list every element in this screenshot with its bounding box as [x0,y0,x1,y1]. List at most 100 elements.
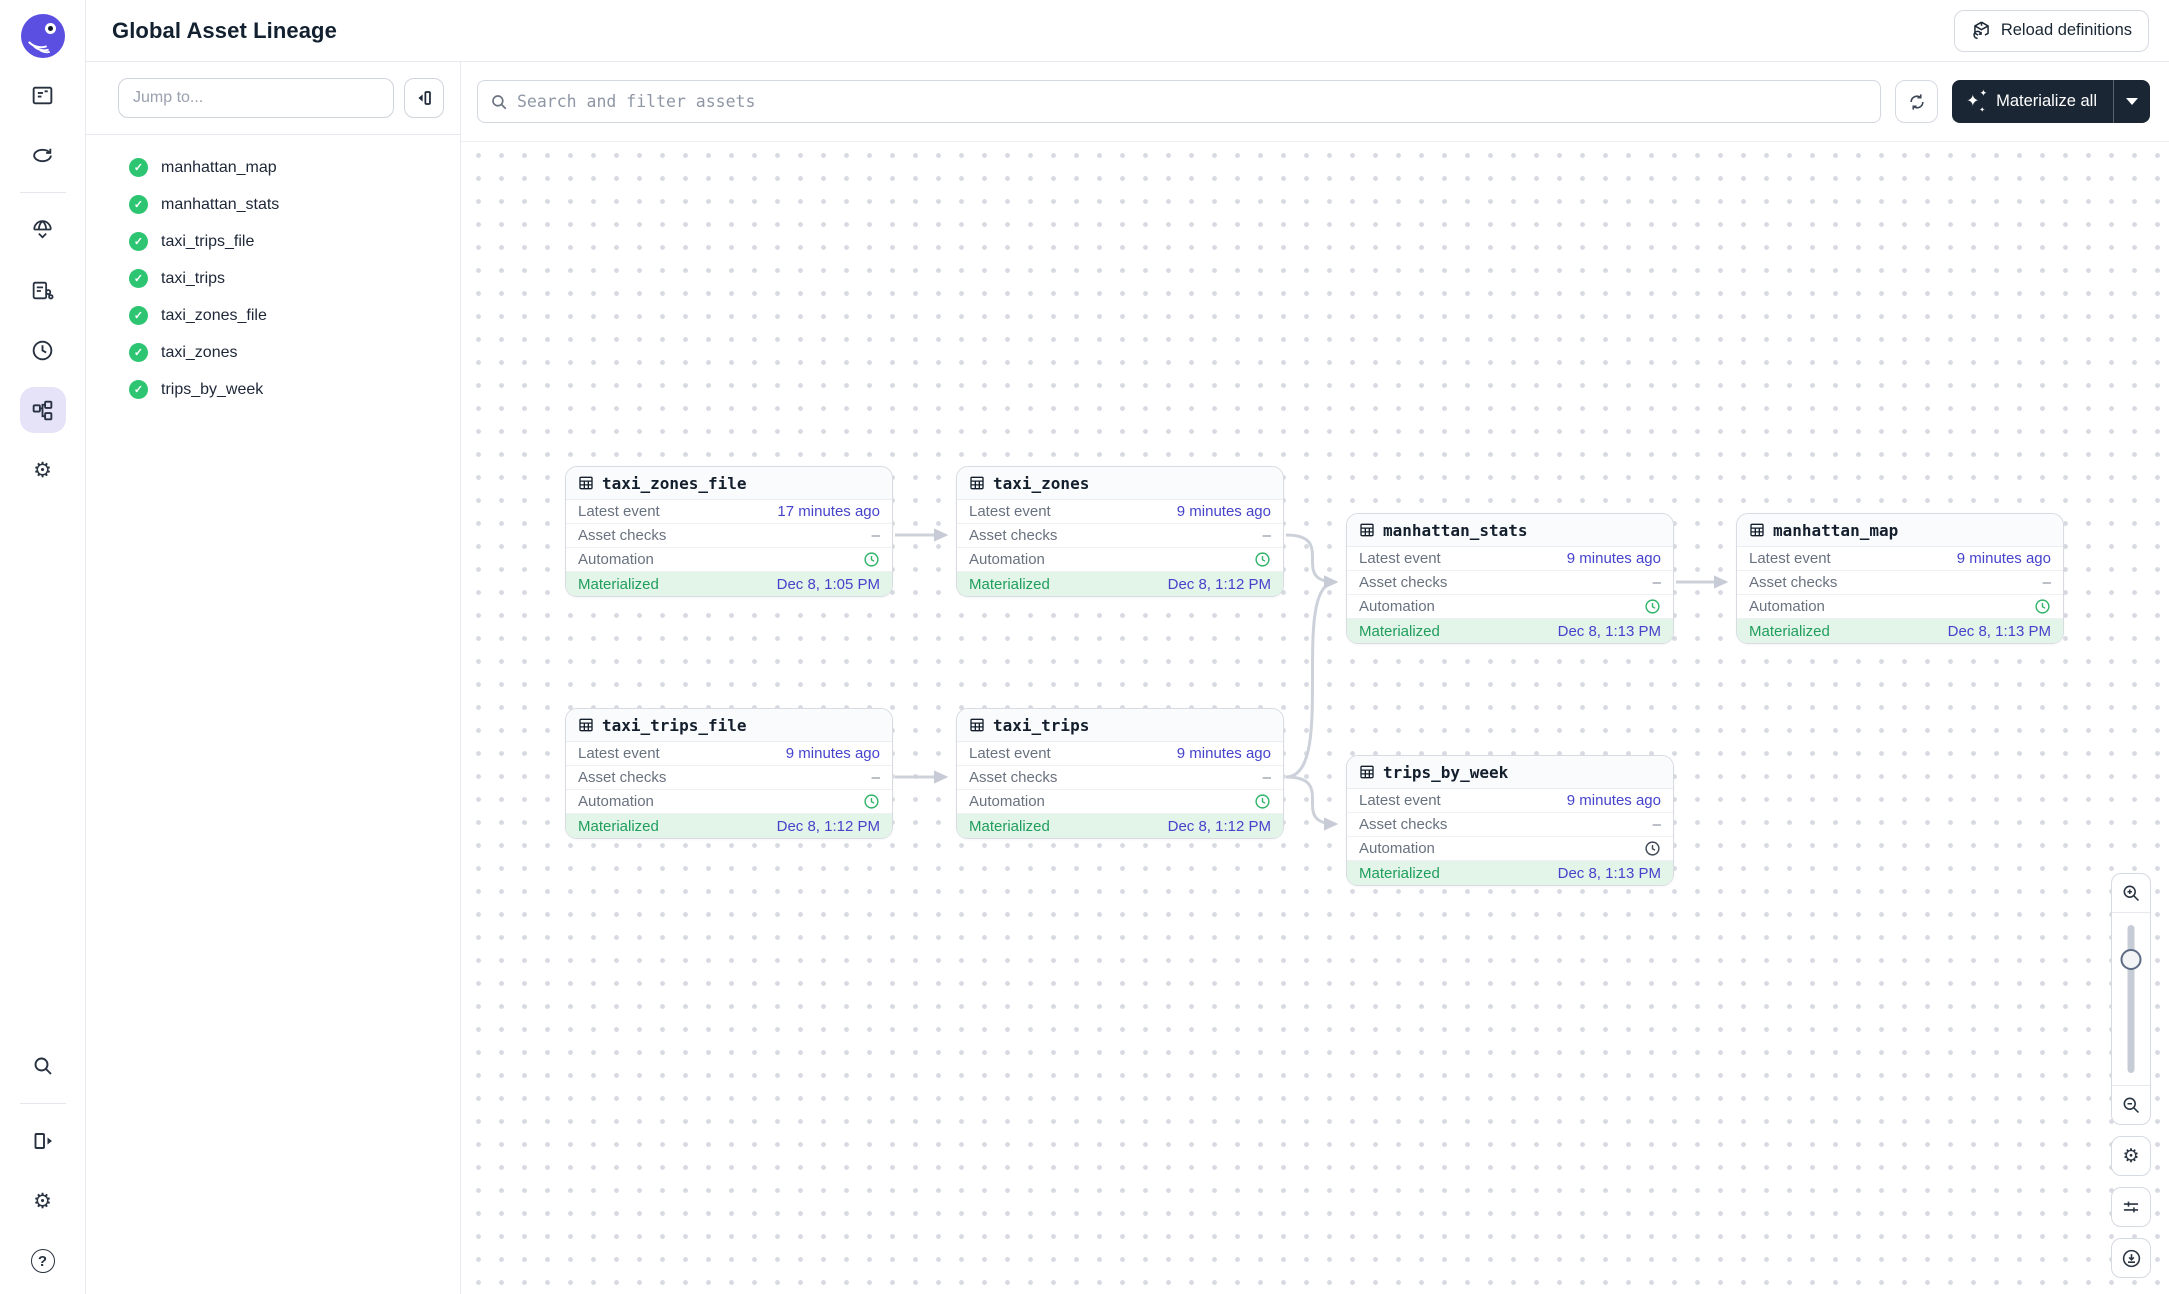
asset-node-header[interactable]: taxi_zones_file [566,467,892,500]
app-root: ⚙ ⚙ ? Global Asset Lineage Reload defini… [0,0,2169,1294]
asset-node-taxi_zones[interactable]: taxi_zones Latest event9 minutes ago Ass… [956,466,1284,597]
asset-checks-row: Asset checks– [566,524,892,548]
expand-panel-icon[interactable] [20,1118,66,1164]
asset-node-manhattan_map[interactable]: manhattan_map Latest event9 minutes ago … [1736,513,2064,644]
materialize-options-caret[interactable] [2113,80,2150,123]
automation-clock-icon [863,793,880,810]
download-icon [2121,1248,2142,1269]
collapse-panel-icon [413,87,435,109]
rail-divider [20,192,66,193]
asset-list-item[interactable]: ✓ manhattan_map [86,149,460,186]
jump-to-input[interactable] [118,78,394,118]
lineage-canvas[interactable]: taxi_zones_file Latest event17 minutes a… [461,142,2169,1294]
top-header: Global Asset Lineage Reload definitions [86,0,2169,62]
refresh-icon [1907,92,1927,112]
materialized-check-icon: ✓ [129,380,148,399]
materialized-row: MaterializedDec 8, 1:05 PM [566,572,892,596]
asset-checks-row: Asset checks– [566,766,892,790]
asset-node-header[interactable]: taxi_trips_file [566,709,892,742]
asset-checks-row: Asset checks– [957,524,1283,548]
asset-list-item[interactable]: ✓ trips_by_week [86,371,460,408]
schedules-clock-icon[interactable] [20,327,66,373]
materialize-all-button[interactable]: ✦✦✦ Materialize all [1952,80,2150,123]
materialized-row: MaterializedDec 8, 1:12 PM [957,814,1283,838]
automation-row: Automation [957,548,1283,572]
asset-node-header[interactable]: taxi_zones [957,467,1283,500]
zoom-slider-handle[interactable] [2121,949,2142,970]
zoom-slider[interactable] [2112,913,2150,1085]
edge-taxi_trips-to-trips_by_week [1286,777,1336,824]
jump-to-row [86,62,460,135]
asset-node-header[interactable]: trips_by_week [1347,756,1673,789]
asset-list-item[interactable]: ✓ taxi_trips [86,260,460,297]
automation-row: Automation [957,790,1283,814]
automation-clock-icon [2034,598,2051,615]
materialized-check-icon: ✓ [129,232,148,251]
nav-rail: ⚙ ⚙ ? [0,0,86,1294]
asset-node-taxi_trips[interactable]: taxi_trips Latest event9 minutes ago Ass… [956,708,1284,839]
zoom-in-icon [2121,883,2141,903]
asset-lineage-icon[interactable] [20,387,66,433]
asset-list-item-label: taxi_zones [161,344,238,362]
table-icon [578,717,594,733]
asset-search-box[interactable] [477,80,1881,123]
collapse-panel-button[interactable] [404,78,444,118]
materialized-row: MaterializedDec 8, 1:13 PM [1347,619,1673,643]
asset-node-taxi_zones_file[interactable]: taxi_zones_file Latest event17 minutes a… [565,466,893,597]
asset-list-item-label: taxi_zones_file [161,307,267,325]
asset-node-trips_by_week[interactable]: trips_by_week Latest event9 minutes ago … [1346,755,1674,886]
edge-taxi_zones-to-manhattan_stats [1286,535,1336,582]
latest-event-row: Latest event9 minutes ago [566,742,892,766]
deployment-globe-icon[interactable] [20,207,66,253]
refresh-button[interactable] [1895,80,1938,123]
asset-list-item-label: manhattan_map [161,159,277,177]
materialized-row: MaterializedDec 8, 1:12 PM [957,572,1283,596]
automation-gear-icon[interactable]: ⚙ [20,447,66,493]
asset-node-taxi_trips_file[interactable]: taxi_trips_file Latest event9 minutes ag… [565,708,893,839]
asset-search-input[interactable] [517,92,1868,111]
automation-row: Automation [1347,837,1673,861]
reload-definitions-button[interactable]: Reload definitions [1954,10,2149,52]
zoom-control-group [2111,873,2151,1125]
asset-list-panel: ✓ manhattan_map ✓ manhattan_stats ✓ taxi… [86,62,461,1294]
latest-event-row: Latest event9 minutes ago [957,742,1283,766]
materialized-row: MaterializedDec 8, 1:12 PM [566,814,892,838]
search-icon[interactable] [20,1043,66,1089]
latest-event-row: Latest event9 minutes ago [1347,789,1673,813]
automation-clock-icon [1254,551,1271,568]
gear-icon: ⚙ [2122,1146,2139,1167]
runs-icon[interactable] [20,132,66,178]
asset-node-manhattan_stats[interactable]: manhattan_stats Latest event9 minutes ag… [1346,513,1674,644]
materialized-check-icon: ✓ [129,269,148,288]
jobs-icon[interactable] [20,267,66,313]
graph-toolbar: ✦✦✦ Materialize all [461,62,2169,142]
table-icon [578,475,594,491]
materialized-check-icon: ✓ [129,343,148,362]
automation-row: Automation [566,790,892,814]
reload-cube-icon [1971,20,1992,41]
dagster-logo-icon[interactable] [21,14,65,58]
asset-node-header[interactable]: manhattan_stats [1347,514,1673,547]
asset-list-item-label: taxi_trips [161,270,225,288]
asset-list-item[interactable]: ✓ taxi_zones_file [86,297,460,334]
zoom-slider-track[interactable] [2128,925,2135,1073]
asset-node-header[interactable]: taxi_trips [957,709,1283,742]
asset-list-item-label: manhattan_stats [161,196,279,214]
asset-list-item[interactable]: ✓ taxi_zones [86,334,460,371]
overview-icon[interactable] [20,72,66,118]
automation-clock-icon [863,551,880,568]
asset-list-item[interactable]: ✓ manhattan_stats [86,186,460,223]
help-icon[interactable]: ? [20,1238,66,1284]
asset-list-item[interactable]: ✓ taxi_trips_file [86,223,460,260]
zoom-out-button[interactable] [2111,1085,2151,1124]
graph-settings-button[interactable]: ⚙ [2111,1136,2151,1176]
sparkle-icon: ✦✦✦ [1966,92,1986,112]
automation-clock-icon [1254,793,1271,810]
table-icon [1749,522,1765,538]
settings-gear-icon[interactable]: ⚙ [20,1178,66,1224]
zoom-in-button[interactable] [2111,874,2151,913]
automation-row: Automation [1347,595,1673,619]
asset-node-header[interactable]: manhattan_map [1737,514,2063,547]
filters-button[interactable] [2111,1187,2151,1227]
download-button[interactable] [2111,1238,2151,1278]
